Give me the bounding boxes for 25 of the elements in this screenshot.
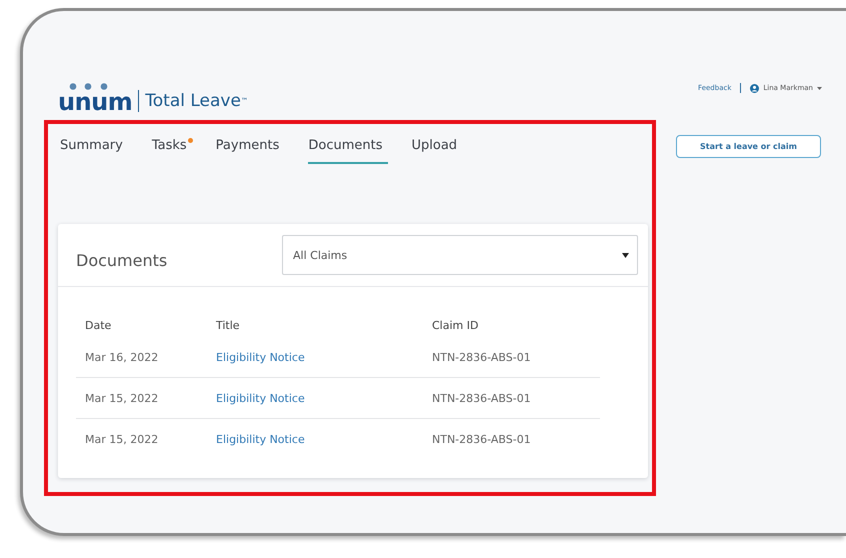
nav-tab[interactable]: Summary: [60, 138, 129, 162]
nav-tab[interactable]: Tasks: [152, 138, 193, 162]
column-header: Claim ID: [432, 318, 480, 332]
document-link[interactable]: Eligibility Notice: [216, 392, 432, 404]
caret-icon: [622, 252, 629, 258]
card-title: Documents: [76, 250, 168, 270]
logo-wordmark: unum: [58, 90, 132, 115]
claim-id-cell-text: NTN-2836-ABS-01: [432, 392, 532, 404]
date-cell-text: Mar 16, 2022: [85, 350, 160, 364]
product-name: Total Leave$^{™}$: [138, 90, 248, 112]
nav-tab[interactable]: Documents: [308, 138, 388, 164]
claim-id-cell-text: NTN-2836-ABS-01: [432, 350, 532, 364]
column-header: Title: [216, 318, 241, 332]
document-link[interactable]: Eligibility Notice: [216, 432, 432, 446]
claim-id-cell-text: NTN-2836-ABS-01: [432, 432, 532, 446]
date-cell-text: Mar 15, 2022: [85, 392, 160, 404]
column-header: Date: [85, 318, 112, 332]
nav-tab[interactable]: Payments: [216, 138, 286, 162]
user-avatar-icon: [750, 84, 760, 92]
nav-tab[interactable]: Upload: [411, 138, 464, 162]
date-cell-text: Mar 15, 2022: [85, 432, 160, 446]
start-claim-button[interactable]: Start a leave or claim: [676, 135, 821, 158]
document-link[interactable]: Eligibility Notice: [216, 350, 432, 364]
caret-icon: [817, 86, 822, 90]
claims-dropdown[interactable]: All Claims: [282, 235, 638, 275]
